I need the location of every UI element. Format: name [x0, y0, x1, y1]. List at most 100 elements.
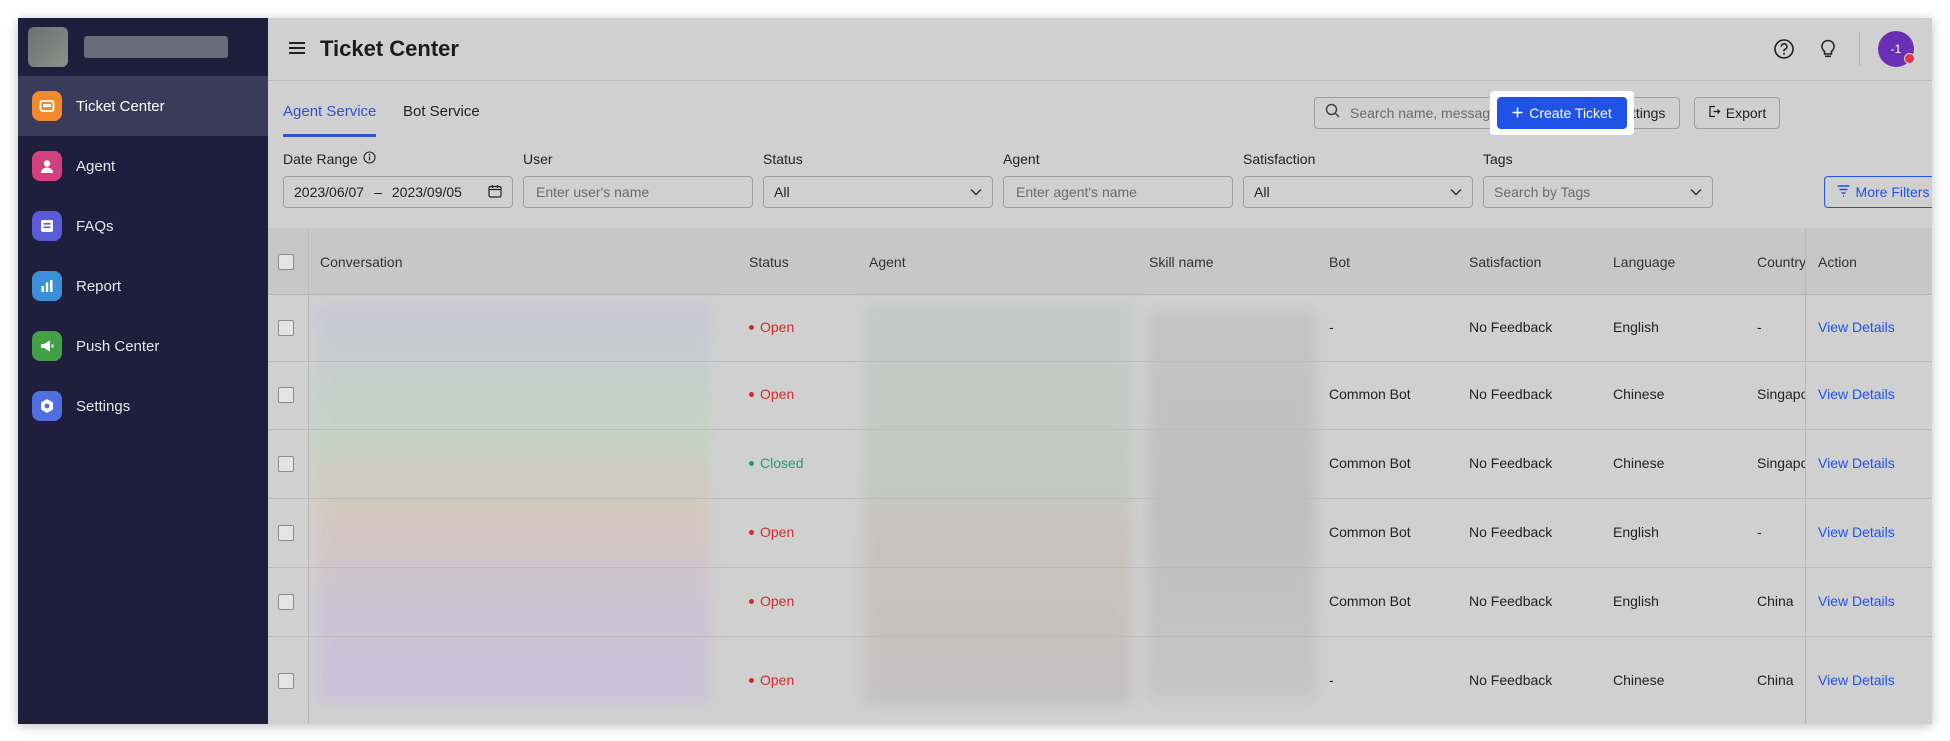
status-badge: Open	[749, 593, 794, 609]
view-details-link[interactable]: View Details	[1818, 319, 1895, 335]
bot-cell: Common Bot	[1329, 524, 1411, 540]
satisfaction-filter-label: Satisfaction	[1243, 151, 1316, 167]
top-bar: Ticket Center -1	[268, 18, 1932, 81]
table-row[interactable]: Open Common Bot No Feedback English Chin…	[268, 567, 1932, 637]
view-details-link[interactable]: View Details	[1818, 386, 1895, 402]
table-row[interactable]: Open Common Bot No Feedback English - Vi…	[268, 498, 1932, 568]
status-dot	[749, 391, 754, 397]
status-text: Open	[760, 524, 795, 540]
more-filters-label: More Filters	[1855, 184, 1930, 200]
info-icon	[363, 151, 376, 167]
sidebar-item-push-center[interactable]: Push Center	[18, 316, 268, 376]
export-button[interactable]: Export	[1694, 97, 1780, 129]
satisfaction-cell: No Feedback	[1469, 455, 1553, 471]
status-select[interactable]: All	[763, 176, 993, 208]
country-cell: -	[1757, 524, 1762, 540]
status-dot	[749, 598, 754, 604]
table-row[interactable]: Open - No Feedback Chinese China View De…	[268, 636, 1932, 724]
table-row[interactable]: Open - No Feedback English - View Detail…	[268, 294, 1932, 362]
table-row[interactable]: Closed Common Bot No Feedback Chinese Si…	[268, 429, 1932, 499]
lightbulb-icon[interactable]	[1815, 36, 1841, 62]
sidebar-item-label: Push Center	[76, 337, 160, 355]
tab-bot-service[interactable]: Bot Service	[403, 103, 480, 134]
status-dot	[749, 529, 754, 535]
search-icon	[1325, 103, 1340, 123]
avatar[interactable]: -1	[1878, 31, 1915, 67]
bot-cell: Common Bot	[1329, 455, 1411, 471]
agent-filter-field[interactable]	[1003, 176, 1233, 208]
status-dot	[749, 460, 754, 466]
tickets-table: Conversation Status Agent Skill name Bot…	[268, 228, 1932, 724]
column-header: Conversation	[320, 254, 403, 270]
date-range-picker[interactable]: 2023/06/07 – 2023/09/05	[283, 176, 513, 208]
faq-icon	[32, 211, 62, 241]
date-range-label-text: Date Range	[283, 151, 358, 167]
row-checkbox[interactable]	[278, 320, 294, 336]
user-input[interactable]	[534, 183, 742, 201]
menu-icon[interactable]	[286, 36, 308, 62]
table-row[interactable]: Open Common Bot No Feedback Chinese Sing…	[268, 361, 1932, 430]
satisfaction-cell: No Feedback	[1469, 672, 1553, 688]
page-title: Ticket Center	[320, 36, 459, 61]
column-header: Country	[1757, 254, 1807, 270]
column-header: Skill name	[1149, 254, 1214, 270]
satisfaction-select[interactable]: All	[1243, 176, 1473, 208]
megaphone-icon	[32, 331, 62, 361]
tags-select[interactable]: Search by Tags	[1483, 176, 1713, 208]
view-details-link[interactable]: View Details	[1818, 593, 1895, 609]
status-badge: Open	[749, 524, 794, 540]
row-checkbox[interactable]	[278, 673, 294, 689]
date-range-label: Date Range	[283, 151, 376, 167]
bot-cell: Common Bot	[1329, 593, 1411, 609]
column-header: Satisfaction	[1469, 254, 1542, 270]
sidebar-item-faqs[interactable]: FAQs	[18, 196, 268, 256]
status-badge: Open	[749, 319, 794, 335]
select-all-checkbox[interactable]	[278, 254, 294, 270]
view-details-link[interactable]: View Details	[1818, 524, 1895, 540]
status-text: Closed	[760, 455, 804, 471]
user-filter-field[interactable]	[523, 176, 753, 208]
language-cell: English	[1613, 319, 1659, 335]
row-checkbox[interactable]	[278, 594, 294, 610]
row-checkbox[interactable]	[278, 456, 294, 472]
more-filters-button[interactable]: More Filters	[1824, 176, 1932, 208]
avatar-text: -1	[1890, 42, 1902, 56]
row-checkbox[interactable]	[278, 387, 294, 403]
satisfaction-cell: No Feedback	[1469, 593, 1553, 609]
column-header: Status	[749, 254, 789, 270]
column-header: Bot	[1329, 254, 1351, 270]
view-details-link[interactable]: View Details	[1818, 455, 1895, 471]
sidebar-item-agent[interactable]: Agent	[18, 136, 268, 196]
plus-icon	[1512, 105, 1523, 121]
sidebar-item-ticket-center[interactable]: Ticket Center	[18, 76, 268, 136]
tags-placeholder: Search by Tags	[1494, 184, 1591, 200]
tab-agent-service[interactable]: Agent Service	[283, 103, 377, 137]
status-select-value: All	[774, 184, 790, 200]
create-ticket-button[interactable]: Create Ticket	[1497, 97, 1627, 129]
sidebar: Ticket Center Agent FAQs Report Push Cen…	[18, 18, 268, 724]
date-separator: –	[374, 184, 382, 200]
country-cell: China	[1757, 672, 1794, 688]
agent-input[interactable]	[1014, 183, 1222, 201]
sidebar-item-settings[interactable]: Settings	[18, 376, 268, 436]
user-filter-label: User	[523, 151, 553, 167]
status-badge: Closed	[749, 455, 804, 471]
sidebar-item-report[interactable]: Report	[18, 256, 268, 316]
help-icon[interactable]	[1771, 36, 1797, 62]
language-cell: Chinese	[1613, 672, 1665, 688]
create-ticket-highlight: Create Ticket	[1490, 91, 1634, 135]
row-checkbox[interactable]	[278, 525, 294, 541]
bot-cell: -	[1329, 319, 1334, 335]
country-cell: China	[1757, 593, 1794, 609]
status-badge: Open	[749, 386, 794, 402]
status-filter-label: Status	[763, 151, 803, 167]
status-dot	[749, 677, 754, 683]
view-details-link[interactable]: View Details	[1818, 672, 1895, 688]
language-cell: Chinese	[1613, 386, 1665, 402]
country-cell: Singapore	[1757, 386, 1805, 402]
satisfaction-cell: No Feedback	[1469, 386, 1553, 402]
bot-cell: -	[1329, 672, 1334, 688]
export-icon	[1708, 105, 1721, 121]
status-badge: Open	[749, 672, 794, 688]
create-ticket-label: Create Ticket	[1529, 105, 1612, 121]
